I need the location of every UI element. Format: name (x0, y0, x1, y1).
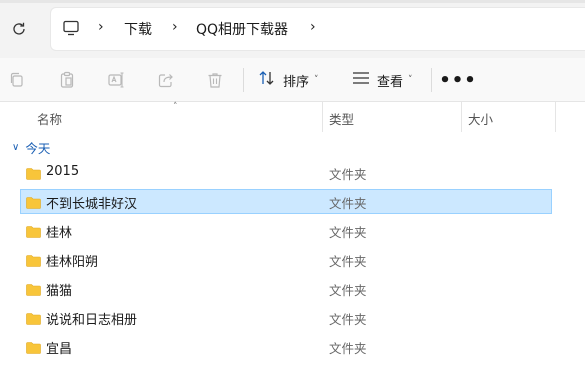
sort-icon (258, 70, 276, 90)
sort-button[interactable]: 排序 ˅ (258, 68, 319, 92)
toolbar-divider (431, 68, 432, 92)
file-name: 桂林 (46, 226, 73, 241)
file-type: 文件夹 (329, 312, 367, 327)
title-bar-edge (0, 0, 585, 3)
list-item[interactable]: 桂林阳朔 文件夹 (20, 247, 552, 272)
list-item[interactable]: 说说和日志相册 文件夹 (20, 305, 552, 330)
more-options-button[interactable]: ••• (439, 68, 476, 92)
file-type: 文件夹 (329, 283, 367, 298)
file-type: 文件夹 (329, 254, 367, 269)
list-item[interactable]: 桂林 文件夹 (20, 218, 552, 243)
view-icon (352, 70, 370, 90)
file-name: 说说和日志相册 (46, 313, 138, 328)
sort-label: 排序 (283, 74, 310, 90)
column-header-size[interactable]: 大小 (468, 109, 493, 128)
file-type: 文件夹 (329, 196, 367, 211)
breadcrumb-chevron-icon[interactable]: › (98, 19, 104, 35)
sort-ascending-icon: ˄ (173, 102, 178, 112)
file-type: 文件夹 (329, 341, 367, 356)
list-item-selected[interactable]: 不到长城非好汉 文件夹 (20, 189, 552, 214)
view-label: 查看 (377, 74, 404, 90)
chevron-down-icon: ˅ (314, 75, 319, 85)
refresh-icon[interactable] (8, 18, 30, 40)
folder-icon (26, 165, 41, 180)
breadcrumb-downloads[interactable]: 下载 (124, 19, 152, 39)
list-item[interactable]: 宜昌 文件夹 (20, 334, 552, 359)
file-type: 文件夹 (329, 167, 367, 182)
folder-icon (26, 194, 41, 209)
breadcrumb-chevron-icon[interactable]: › (310, 19, 316, 35)
toolbar-divider (243, 68, 244, 92)
file-name: 不到长城非好汉 (46, 197, 138, 212)
command-bar: 排序 ˅ 查看 ˅ ••• (0, 58, 585, 102)
column-divider[interactable] (555, 102, 556, 132)
folder-icon (26, 252, 41, 267)
paste-icon[interactable] (57, 70, 77, 90)
file-type: 文件夹 (329, 225, 367, 240)
list-item[interactable]: 猫猫 文件夹 (20, 276, 552, 301)
folder-icon (26, 339, 41, 354)
breadcrumb-qq-album-downloader[interactable]: QQ相册下载器 (196, 19, 288, 39)
rename-icon[interactable] (106, 70, 126, 90)
column-header-bar: ˄ 名称 类型 大小 (0, 102, 585, 132)
chevron-down-icon: ˅ (408, 75, 413, 85)
folder-icon (26, 223, 41, 238)
file-name: 桂林阳朔 (46, 255, 99, 270)
column-divider[interactable] (461, 102, 462, 132)
copy-icon[interactable] (7, 70, 27, 90)
file-name: 猫猫 (46, 284, 73, 299)
list-item[interactable]: 2015 文件夹 (20, 160, 552, 185)
view-button[interactable]: 查看 ˅ (352, 68, 413, 92)
folder-icon (26, 310, 41, 325)
address-bar-area: › 下载 › QQ相册下载器 › (0, 0, 585, 58)
this-pc-icon[interactable] (62, 19, 80, 37)
delete-icon[interactable] (205, 70, 225, 90)
column-header-type[interactable]: 类型 (329, 109, 354, 128)
column-header-name[interactable]: 名称 (37, 109, 62, 128)
group-header-today[interactable]: ∨ 今天 (12, 138, 50, 156)
column-divider[interactable] (322, 102, 323, 132)
group-label: 今天 (25, 140, 51, 156)
chevron-down-icon[interactable]: ∨ (12, 142, 19, 153)
breadcrumb-chevron-icon[interactable]: › (172, 19, 178, 35)
folder-icon (26, 281, 41, 296)
share-icon[interactable] (156, 70, 176, 90)
file-name: 宜昌 (46, 342, 73, 357)
file-name: 2015 (46, 164, 80, 179)
